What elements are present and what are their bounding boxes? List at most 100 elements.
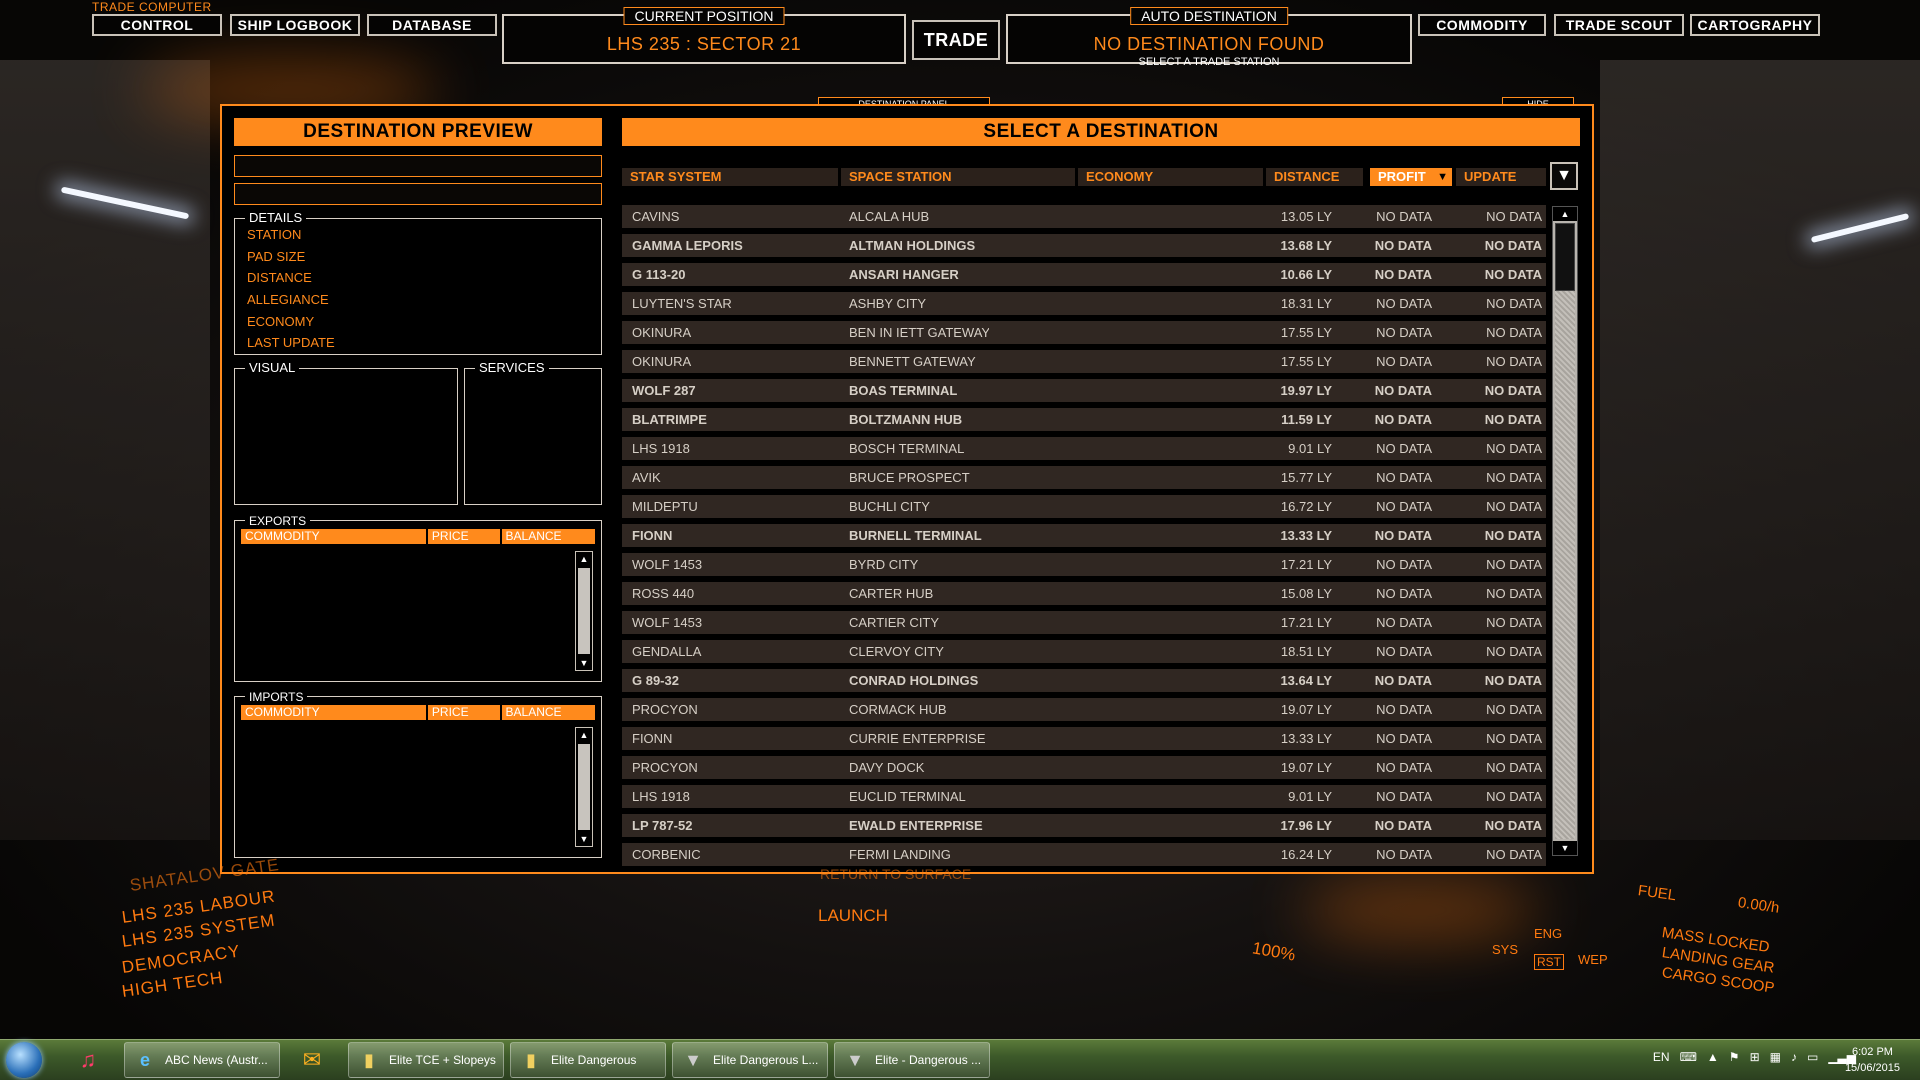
- trade-scout-button[interactable]: TRADE SCOUT: [1554, 14, 1684, 36]
- folder-icon: ▮: [526, 1049, 536, 1070]
- destination-row[interactable]: LP 787-52 EWALD ENTERPRISE 17.96 LY NO DATA…: [622, 814, 1546, 837]
- col-profit-label: PROFIT: [1378, 169, 1426, 184]
- row-distance: 16.72 LY: [1280, 499, 1332, 514]
- row-distance: 10.66 LY: [1280, 267, 1332, 282]
- elite-icon: ▼: [684, 1049, 702, 1070]
- network-icon[interactable]: ▦: [1770, 1050, 1781, 1064]
- destination-row[interactable]: FIONN BURNELL TERMINAL 13.33 LY NO DATA NO D…: [622, 524, 1546, 547]
- taskbar-item[interactable]: ▮ Elite Dangerous: [510, 1042, 666, 1078]
- taskbar-item[interactable]: ▮ Elite TCE + Slopeys: [348, 1042, 504, 1078]
- row-profit: NO DATA: [1374, 238, 1432, 253]
- exports-col-balance[interactable]: BALANCE: [502, 529, 595, 544]
- col-star-system[interactable]: STAR SYSTEM: [622, 168, 838, 186]
- exports-col-price[interactable]: PRICE: [428, 529, 502, 544]
- destination-row[interactable]: GAMMA LEPORIS ALTMAN HOLDINGS 13.68 LY NO D…: [622, 234, 1546, 257]
- database-button[interactable]: DATABASE: [367, 14, 497, 36]
- keyboard-icon[interactable]: ⌨: [1680, 1050, 1697, 1064]
- destination-row[interactable]: PROCYON CORMACK HUB 19.07 LY NO DATA NO DATA: [622, 698, 1546, 721]
- volume-icon[interactable]: ♪: [1791, 1050, 1797, 1064]
- scroll-thumb[interactable]: [1555, 223, 1575, 291]
- destination-row[interactable]: GENDALLA CLERVOY CITY 18.51 LY NO DATA NO DA…: [622, 640, 1546, 663]
- start-button-icon[interactable]: [6, 1042, 42, 1078]
- destination-row[interactable]: WOLF 287 BOAS TERMINAL 19.97 LY NO DATA NO D…: [622, 379, 1546, 402]
- scroll-thumb[interactable]: [578, 568, 590, 654]
- col-distance[interactable]: DISTANCE: [1266, 168, 1363, 186]
- folder-icon: ▮: [364, 1049, 374, 1070]
- row-distance: 9.01 LY: [1288, 789, 1332, 804]
- dropdown-arrow-icon[interactable]: ▼: [1550, 162, 1578, 190]
- col-profit[interactable]: PROFIT ▼: [1370, 168, 1452, 186]
- fuel-value: 0.00/h: [1736, 894, 1781, 917]
- imports-col-balance[interactable]: BALANCE: [502, 705, 595, 720]
- imports-col-price[interactable]: PRICE: [428, 705, 502, 720]
- scroll-down-icon[interactable]: ▼: [576, 656, 592, 670]
- clock[interactable]: 6:02 PM 15/06/2015: [1845, 1044, 1900, 1076]
- auto-destination-hint: SELECT A TRADE STATION: [1138, 56, 1280, 68]
- power-icon[interactable]: ▭: [1807, 1050, 1818, 1064]
- launch-label[interactable]: LAUNCH: [818, 906, 888, 926]
- row-space-station: BOAS TERMINAL: [849, 383, 958, 398]
- destination-row[interactable]: MILDEPTU BUCHLI CITY 16.72 LY NO DATA NO DAT…: [622, 495, 1546, 518]
- show-hidden-icons-icon[interactable]: ▲: [1707, 1050, 1719, 1064]
- flag-icon[interactable]: ⚑: [1729, 1050, 1740, 1064]
- destination-row[interactable]: CAVINS ALCALA HUB 13.05 LY NO DATA NO DATA: [622, 205, 1546, 228]
- row-profit: NO DATA: [1376, 441, 1432, 456]
- destination-row[interactable]: OKINURA BENNETT GATEWAY 17.55 LY NO DATA NO …: [622, 350, 1546, 373]
- detail-allegiance: ALLEGIANCE: [247, 292, 329, 307]
- outlook-icon[interactable]: ✉: [288, 1044, 336, 1076]
- destination-row[interactable]: LHS 1918 BOSCH TERMINAL 9.01 LY NO DATA NO D…: [622, 437, 1546, 460]
- scroll-up-icon[interactable]: ▲: [1553, 207, 1577, 221]
- destination-row[interactable]: WOLF 1453 CARTIER CITY 17.21 LY NO DATA NO D…: [622, 611, 1546, 634]
- destination-row[interactable]: LUYTEN'S STAR ASHBY CITY 18.31 LY NO DATA NO…: [622, 292, 1546, 315]
- scroll-down-icon[interactable]: ▼: [1553, 841, 1577, 855]
- scroll-up-icon[interactable]: ▲: [576, 728, 592, 742]
- destination-row[interactable]: CORBENIC FERMI LANDING 16.24 LY NO DATA NO D…: [622, 843, 1546, 866]
- scroll-up-icon[interactable]: ▲: [576, 552, 592, 566]
- language-indicator[interactable]: EN: [1653, 1050, 1670, 1064]
- destination-row[interactable]: OKINURA BEN IN IETT GATEWAY 17.55 LY NO DAT…: [622, 321, 1546, 344]
- pip-eng: ENG: [1534, 926, 1563, 941]
- details-group: DETAILS STATION PAD SIZE DISTANCE ALLEGI…: [234, 210, 602, 355]
- trade-button[interactable]: TRADE: [912, 20, 1000, 60]
- col-update[interactable]: UPDATE: [1456, 168, 1546, 186]
- imports-scrollbar[interactable]: ▲ ▼: [575, 727, 593, 847]
- destination-row[interactable]: WOLF 1453 BYRD CITY 17.21 LY NO DATA NO DATA: [622, 553, 1546, 576]
- exports-scrollbar[interactable]: ▲ ▼: [575, 551, 593, 671]
- commodity-button[interactable]: COMMODITY: [1418, 14, 1546, 36]
- destination-scrollbar[interactable]: ▲ ▼: [1552, 206, 1578, 856]
- scroll-track[interactable]: [1555, 223, 1575, 839]
- taskbar-item[interactable]: ▼ Elite - Dangerous ...: [834, 1042, 990, 1078]
- destination-row[interactable]: PROCYON DAVY DOCK 19.07 LY NO DATA NO DATA: [622, 756, 1546, 779]
- destination-row[interactable]: G 113-20 ANSARI HANGER 10.66 LY NO DATA NO D…: [622, 263, 1546, 286]
- taskbar-item[interactable]: e ABC News (Austr...: [124, 1042, 280, 1078]
- row-star-system: OKINURA: [632, 325, 692, 340]
- destination-row[interactable]: BLATRIMPE BOLTZMANN HUB 11.59 LY NO DATA NO …: [622, 408, 1546, 431]
- destination-row[interactable]: FIONN CURRIE ENTERPRISE 13.33 LY NO DATA NO …: [622, 727, 1546, 750]
- destination-row[interactable]: LHS 1918 EUCLID TERMINAL 9.01 LY NO DATA NO …: [622, 785, 1546, 808]
- destination-row[interactable]: G 89-32 CONRAD HOLDINGS 13.64 LY NO DATA NO …: [622, 669, 1546, 692]
- taskbar-item[interactable]: ▼ Elite Dangerous L...: [672, 1042, 828, 1078]
- scroll-down-icon[interactable]: ▼: [576, 832, 592, 846]
- windows-icon[interactable]: ⊞: [1750, 1050, 1760, 1064]
- taskbar-item-label: ABC News (Austr...: [165, 1053, 268, 1067]
- row-update: NO DATA: [1486, 702, 1542, 717]
- row-star-system: LHS 1918: [632, 441, 690, 456]
- row-space-station: ALCALA HUB: [849, 209, 930, 224]
- row-distance: 18.31 LY: [1280, 296, 1332, 311]
- row-profit: NO DATA: [1374, 412, 1432, 427]
- ship-logbook-button[interactable]: SHIP LOGBOOK: [230, 14, 360, 36]
- itunes-icon[interactable]: ♫: [64, 1044, 112, 1076]
- auto-destination-value: NO DESTINATION FOUND: [1093, 34, 1325, 54]
- col-space-station[interactable]: SPACE STATION: [841, 168, 1075, 186]
- row-star-system: CORBENIC: [632, 847, 701, 862]
- row-profit: NO DATA: [1376, 760, 1432, 775]
- destination-row[interactable]: ROSS 440 CARTER HUB 15.08 LY NO DATA NO DATA: [622, 582, 1546, 605]
- destination-row[interactable]: AVIK BRUCE PROSPECT 15.77 LY NO DATA NO DATA: [622, 466, 1546, 489]
- col-economy[interactable]: ECONOMY: [1078, 168, 1263, 186]
- visual-group: VISUAL: [234, 360, 458, 505]
- imports-col-commodity[interactable]: COMMODITY: [241, 705, 428, 720]
- control-button[interactable]: CONTROL: [92, 14, 222, 36]
- scroll-thumb[interactable]: [578, 744, 590, 830]
- exports-col-commodity[interactable]: COMMODITY: [241, 529, 428, 544]
- cartography-button[interactable]: CARTOGRAPHY: [1690, 14, 1820, 36]
